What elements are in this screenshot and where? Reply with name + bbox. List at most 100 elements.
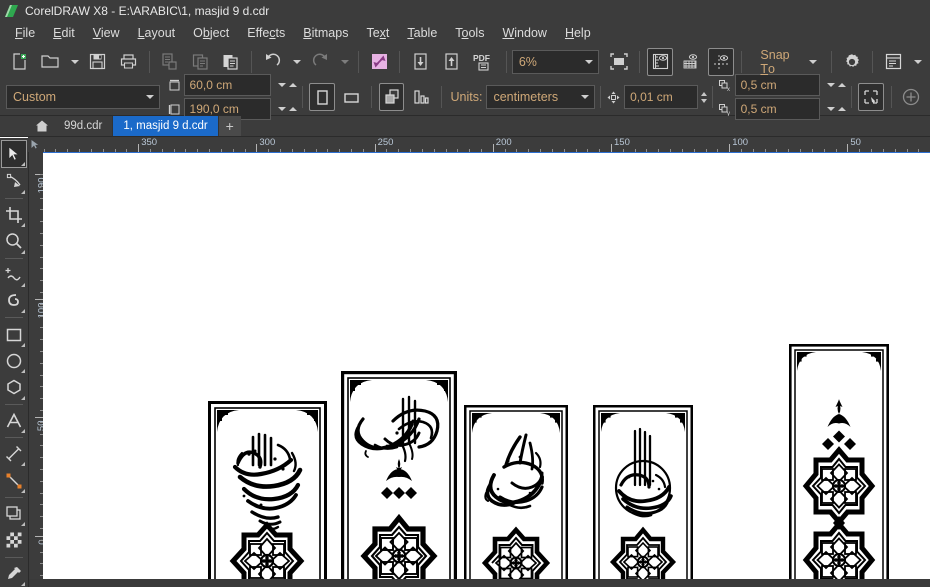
landscape-orientation-button[interactable]: [339, 83, 364, 111]
page-width-field[interactable]: 60,0 cm: [183, 74, 271, 96]
duplicate-x-value: 0,5 cm: [740, 78, 777, 92]
portrait-orientation-button[interactable]: [309, 83, 335, 111]
nudge-spinner[interactable]: [698, 91, 707, 103]
straight-line-connector-tool[interactable]: [2, 467, 26, 493]
ruler-tick: [729, 144, 731, 152]
duplicate-y-spinner[interactable]: [823, 107, 846, 111]
panel-double-star[interactable]: [789, 344, 889, 579]
drawing-canvas[interactable]: [43, 152, 930, 579]
connect-content-button[interactable]: [366, 48, 393, 76]
color-eyedropper-tool[interactable]: [2, 561, 26, 587]
open-dropdown[interactable]: [67, 48, 80, 76]
artistic-media-tool[interactable]: [2, 288, 26, 314]
shape-tool[interactable]: [2, 168, 26, 194]
print-button[interactable]: [115, 48, 142, 76]
new-document-tab[interactable]: +: [218, 116, 241, 136]
open-document-button[interactable]: [37, 48, 64, 76]
menu-table[interactable]: Table: [398, 23, 446, 43]
menu-layout[interactable]: Layout: [129, 23, 185, 43]
ruler-tick: [611, 144, 612, 152]
panel-roundel[interactable]: [593, 405, 693, 579]
toolbar-separator: [741, 50, 743, 73]
panel-muhammad-rasul-allah[interactable]: [464, 405, 568, 579]
property-separator: [711, 86, 713, 108]
page-height-value: 190,0 cm: [189, 102, 239, 116]
show-rulers-button[interactable]: [646, 47, 674, 76]
panel-tughra[interactable]: [341, 371, 457, 579]
all-pages-button[interactable]: [378, 83, 405, 111]
panel-bismillah[interactable]: [208, 401, 327, 579]
text-tool[interactable]: [2, 408, 26, 434]
redo-button: [307, 48, 334, 76]
polygon-tool[interactable]: [2, 374, 26, 400]
zoom-tool[interactable]: [2, 228, 26, 254]
edit-page-button[interactable]: [858, 83, 884, 111]
document-tab-2[interactable]: 1, masjid 9 d.cdr: [113, 116, 219, 136]
duplicate-x-spinner[interactable]: [823, 83, 846, 87]
page-width-spinner[interactable]: [274, 83, 297, 87]
ruler-tick-v: [35, 536, 43, 537]
publish-to-pdf-button[interactable]: PDF: [469, 48, 499, 76]
property-bar: Custom 60,0 cm 190,0 cm Units: centimete…: [0, 74, 930, 120]
duplicate-x-field[interactable]: 0,5 cm: [734, 74, 820, 96]
new-document-button[interactable]: [6, 48, 33, 76]
snap-to-button[interactable]: Snap To: [749, 48, 823, 76]
menu-effects[interactable]: Effects: [238, 23, 294, 43]
menu-text[interactable]: Text: [357, 23, 398, 43]
svg-text:x: x: [727, 87, 730, 92]
menu-view[interactable]: View: [84, 23, 129, 43]
freehand-tool[interactable]: [2, 262, 26, 288]
page-height-icon: [168, 103, 181, 116]
menu-edit[interactable]: Edit: [44, 23, 84, 43]
menu-tools[interactable]: Tools: [446, 23, 493, 43]
page-preset-dropdown-icon[interactable]: [141, 95, 157, 99]
transparency-tool[interactable]: [2, 527, 26, 553]
add-page-button[interactable]: [899, 83, 924, 111]
nudge-distance-field[interactable]: 0,01 cm: [624, 85, 698, 109]
export-button[interactable]: [438, 48, 465, 76]
undo-button[interactable]: [259, 48, 286, 76]
drop-shadow-tool[interactable]: [2, 501, 26, 527]
undo-dropdown[interactable]: [290, 48, 303, 76]
duplicate-y-field[interactable]: 0,5 cm: [734, 98, 820, 120]
dockers-button[interactable]: [880, 48, 907, 76]
units-dropdown-icon[interactable]: [576, 95, 592, 99]
import-button[interactable]: [407, 48, 434, 76]
zoom-dropdown-icon[interactable]: [580, 59, 596, 64]
menu-bitmaps[interactable]: Bitmaps: [294, 23, 357, 43]
show-guides-button[interactable]: [707, 47, 735, 76]
units-combo[interactable]: centimeters: [486, 85, 596, 109]
options-button[interactable]: [838, 48, 865, 76]
ruler-tick: [492, 144, 494, 152]
rectangle-tool[interactable]: [2, 321, 26, 347]
full-screen-preview-button[interactable]: [605, 48, 632, 76]
document-tab-1[interactable]: 99d.cdr: [54, 116, 114, 136]
current-page-button[interactable]: [408, 83, 433, 111]
ellipse-tool[interactable]: [2, 348, 26, 374]
svg-text:PDF: PDF: [473, 53, 490, 63]
nudge-distance-value: 0,01 cm: [630, 90, 673, 104]
menu-file[interactable]: File: [6, 23, 44, 43]
horizontal-ruler[interactable]: 40035030025020015010050: [28, 137, 930, 153]
copy-button: [187, 48, 214, 76]
page-preset-combo[interactable]: Custom: [6, 85, 160, 109]
page-height-spinner[interactable]: [274, 107, 297, 111]
paste-button[interactable]: [218, 48, 245, 76]
zoom-level-combo[interactable]: 6%: [511, 49, 600, 74]
vertical-ruler[interactable]: 190100500: [28, 152, 44, 579]
toolbox-divider: [5, 496, 23, 498]
dockers-dropdown[interactable]: [911, 48, 924, 76]
toolbar-separator: [148, 50, 150, 73]
property-separator: [850, 86, 852, 108]
save-button[interactable]: [84, 48, 111, 76]
parallel-dimension-tool[interactable]: [2, 441, 26, 467]
home-screen-tab[interactable]: [30, 116, 54, 136]
menu-help[interactable]: Help: [556, 23, 600, 43]
ruler-tick-v: [35, 299, 43, 300]
menu-window[interactable]: Window: [493, 23, 555, 43]
crop-tool[interactable]: [2, 202, 26, 228]
ruler-origin-icon[interactable]: [28, 137, 43, 152]
menu-object[interactable]: Object: [184, 23, 238, 43]
show-grid-button[interactable]: [677, 48, 704, 76]
pick-tool[interactable]: [1, 140, 27, 169]
